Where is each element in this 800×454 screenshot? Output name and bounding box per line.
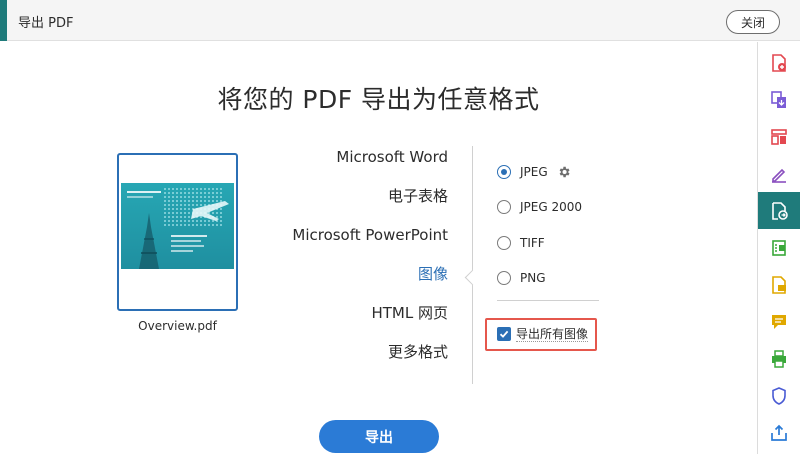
export-all-images-label[interactable]: 导出所有图像 xyxy=(516,327,589,342)
tool-comment-file[interactable] xyxy=(758,266,800,303)
airplane-tower-art xyxy=(139,201,229,269)
tool-comment[interactable] xyxy=(758,303,800,340)
option-jpeg-label: JPEG xyxy=(520,164,548,179)
option-tiff-label: TIFF xyxy=(520,235,545,250)
thumbnail-image xyxy=(121,183,234,269)
comment-icon xyxy=(772,314,786,329)
format-list: Microsoft Word 电子表格 Microsoft PowerPoint… xyxy=(250,146,448,380)
format-more[interactable]: 更多格式 xyxy=(250,341,448,380)
tool-edit-pdf[interactable] xyxy=(758,229,800,266)
radio-tiff[interactable] xyxy=(497,235,511,250)
option-png-label: PNG xyxy=(520,271,546,286)
image-options: JPEG JPEG 2000 TIFF PNG xyxy=(497,154,582,296)
edit-pdf-icon xyxy=(772,239,786,256)
tool-share[interactable] xyxy=(758,414,800,451)
tool-title: 导出 PDF xyxy=(18,16,74,31)
comment-file-icon xyxy=(772,275,786,294)
combine-files-icon xyxy=(771,90,786,108)
tools-sidebar xyxy=(757,42,800,454)
tool-protect[interactable] xyxy=(758,377,800,414)
tool-organize-pages[interactable] xyxy=(758,118,800,155)
tool-create-pdf[interactable] xyxy=(758,44,800,81)
format-spreadsheet[interactable]: 电子表格 xyxy=(250,185,448,224)
format-powerpoint[interactable]: Microsoft PowerPoint xyxy=(250,224,448,263)
close-button[interactable]: 关闭 xyxy=(726,10,780,34)
selection-pointer xyxy=(464,269,481,286)
radio-jpeg[interactable] xyxy=(497,164,511,179)
organize-pages-icon xyxy=(771,128,787,145)
file-name: Overview.pdf xyxy=(138,319,217,333)
file-thumbnail[interactable] xyxy=(117,153,238,311)
create-pdf-icon xyxy=(772,53,786,72)
tool-fill-sign[interactable] xyxy=(758,155,800,192)
header-accent xyxy=(0,0,7,41)
tool-export-pdf[interactable] xyxy=(758,192,800,229)
share-icon xyxy=(771,424,787,441)
option-png[interactable]: PNG xyxy=(497,261,582,297)
radio-png[interactable] xyxy=(497,271,511,286)
option-jpeg2000[interactable]: JPEG 2000 xyxy=(497,190,582,226)
format-word[interactable]: Microsoft Word xyxy=(250,146,448,185)
export-button[interactable]: 导出 xyxy=(319,420,439,453)
print-production-icon xyxy=(772,349,786,368)
export-all-images-checkbox[interactable] xyxy=(497,327,511,341)
tool-print-production[interactable] xyxy=(758,340,800,377)
tool-combine-files[interactable] xyxy=(758,81,800,118)
checkmark-icon xyxy=(499,330,509,338)
option-tiff[interactable]: TIFF xyxy=(497,225,582,261)
format-html[interactable]: HTML 网页 xyxy=(250,302,448,341)
format-image[interactable]: 图像 xyxy=(250,263,448,302)
option-jpeg2000-label: JPEG 2000 xyxy=(520,200,583,215)
option-jpeg[interactable]: JPEG xyxy=(497,154,582,190)
export-pdf-icon xyxy=(772,201,788,220)
divider-horizontal xyxy=(497,300,599,301)
top-bar: 导出 PDF 关闭 xyxy=(0,0,800,41)
fill-sign-icon xyxy=(772,168,786,183)
divider-vertical xyxy=(472,146,473,384)
export-panel: 将您的 PDF 导出为任意格式 Overview.pdf Microsoft W… xyxy=(0,42,757,454)
page-title: 将您的 PDF 导出为任意格式 xyxy=(217,85,540,114)
gear-icon[interactable] xyxy=(557,165,571,179)
protect-icon xyxy=(772,386,786,405)
radio-jpeg2000[interactable] xyxy=(497,200,511,215)
